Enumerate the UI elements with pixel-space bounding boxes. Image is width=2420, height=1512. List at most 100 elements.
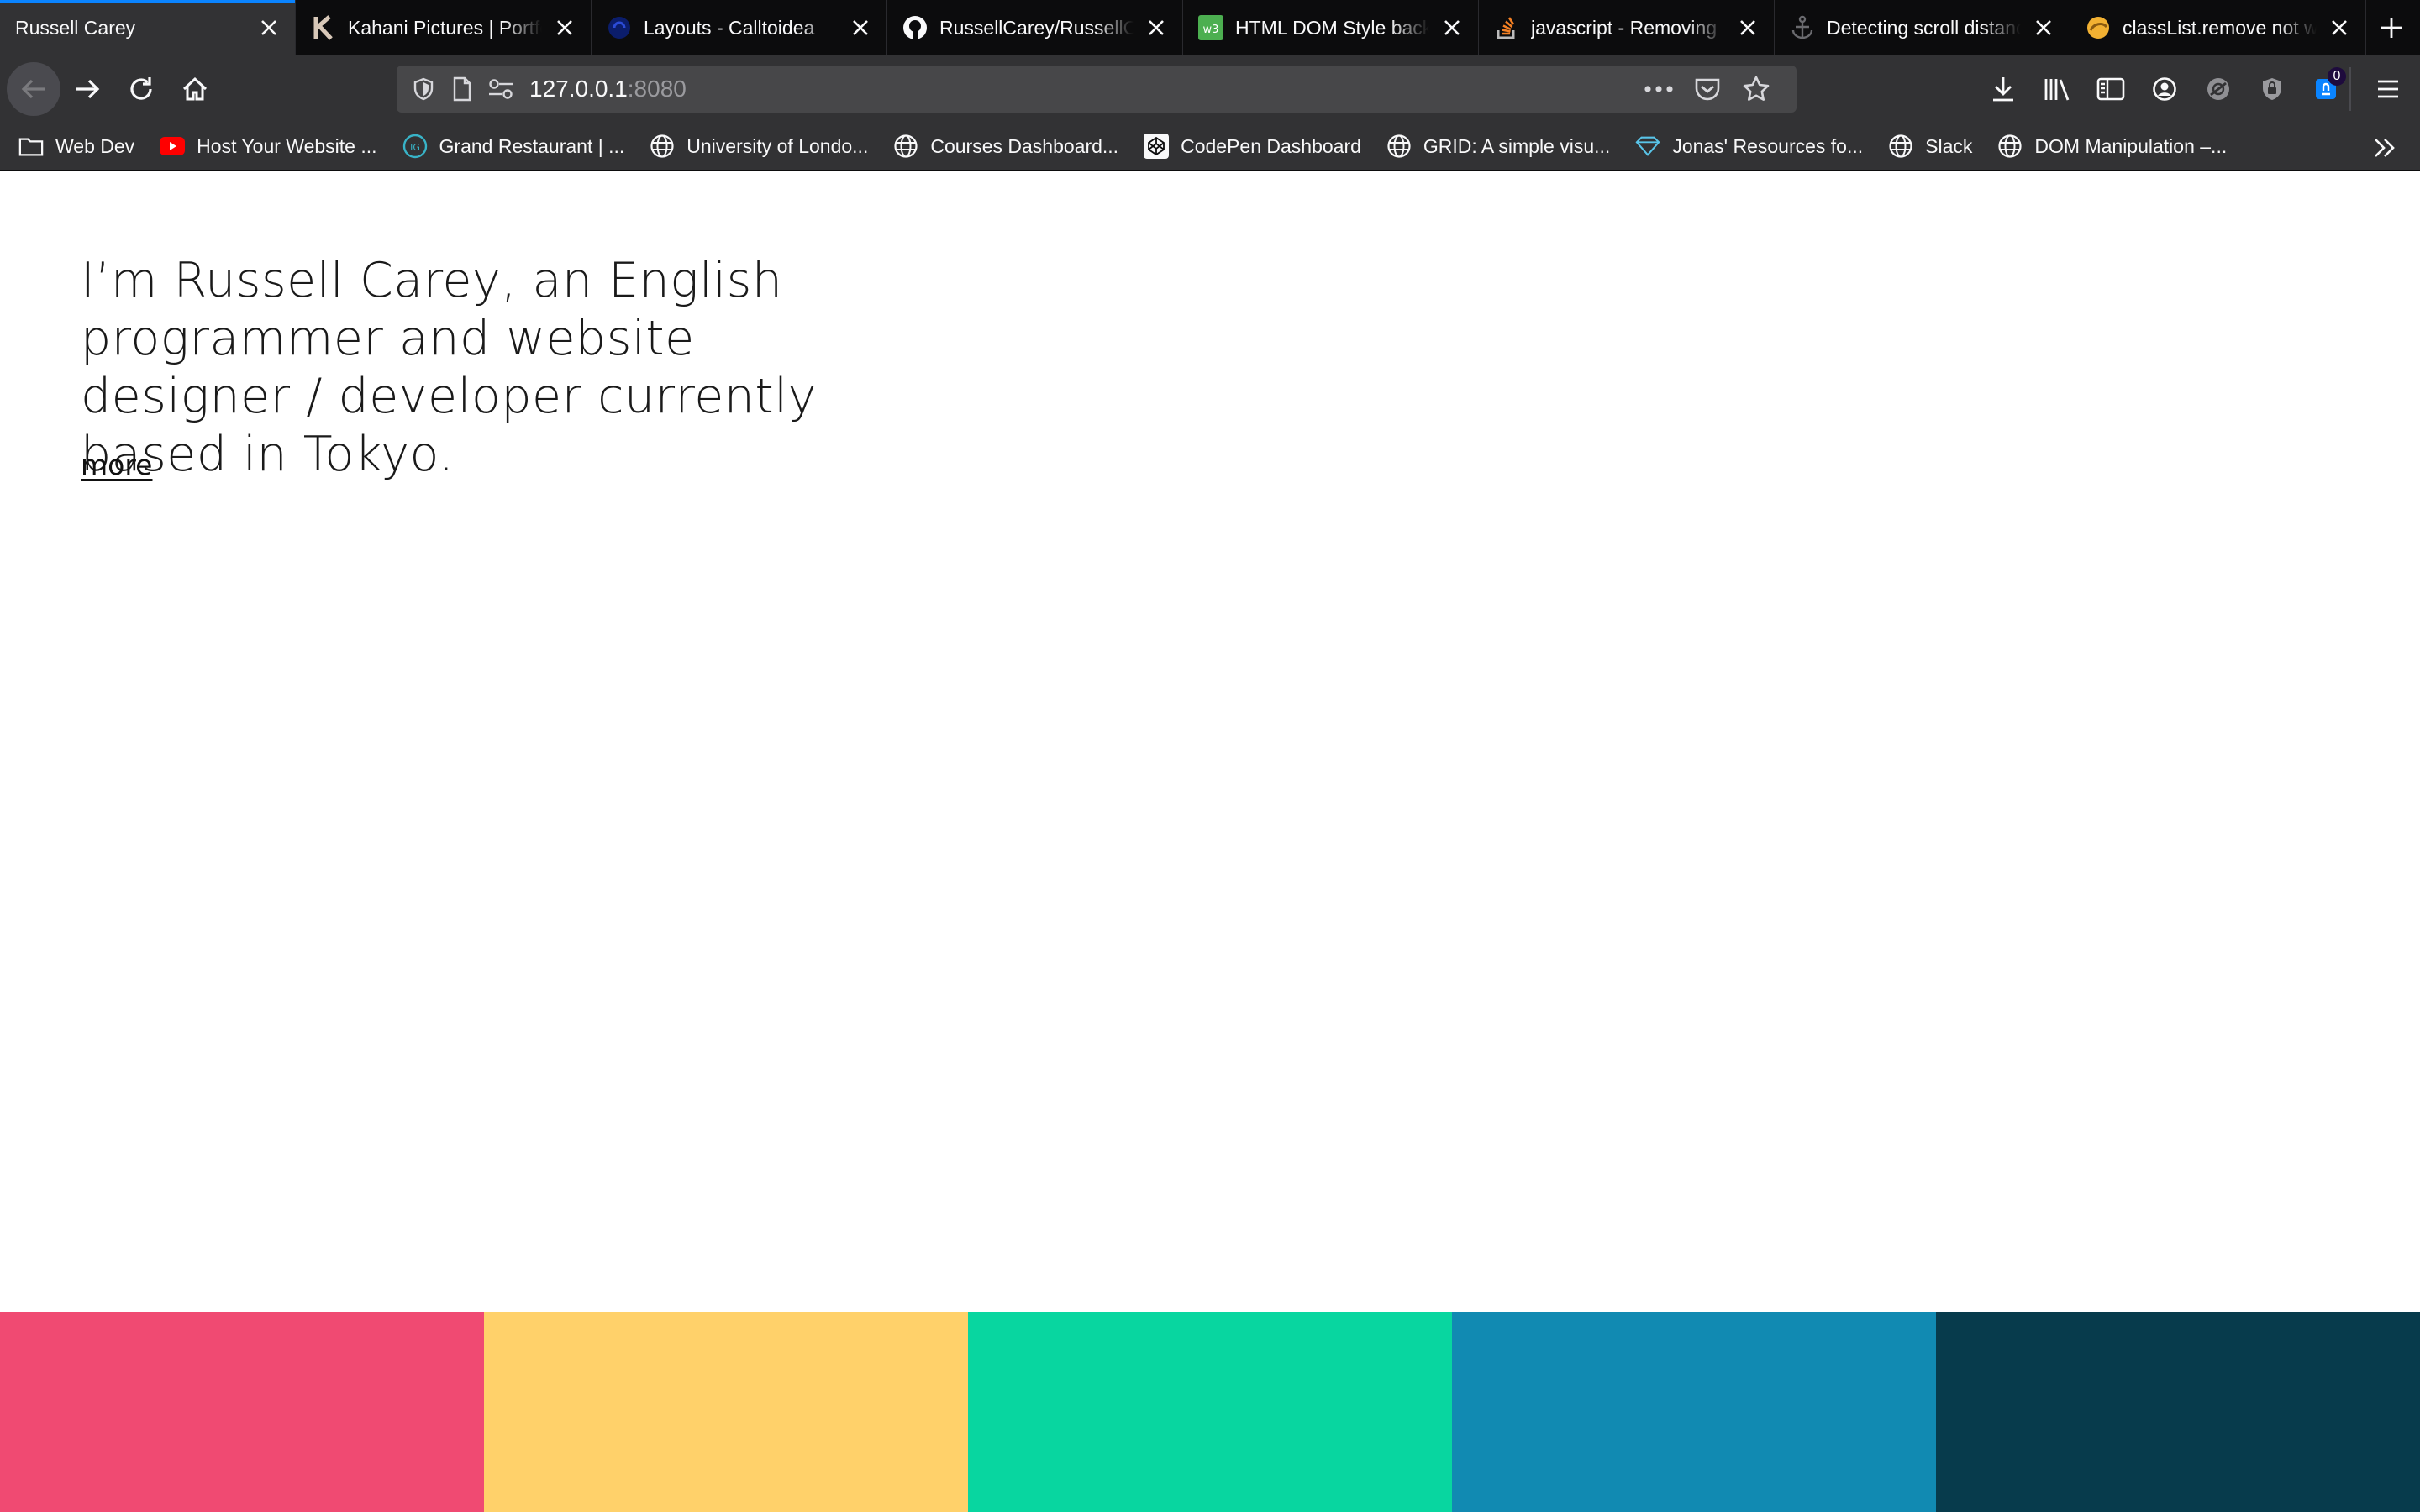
bookmark-university-of-london[interactable]: University of Londo... (650, 134, 868, 159)
privacy-shield-icon[interactable] (2245, 62, 2299, 116)
bookmark-courses-dashboard[interactable]: Courses Dashboard... (893, 134, 1118, 159)
bookmark-label: Slack (1925, 134, 1973, 157)
bookmark-label: Grand Restaurant | ... (439, 134, 625, 157)
bookmark-grid-simple-visual[interactable]: GRID: A simple visu... (1386, 134, 1610, 159)
bookmark-jonas-resources[interactable]: Jonas' Resources fo... (1635, 134, 1863, 159)
extension-notification-icon[interactable]: 0 (2299, 62, 2353, 116)
tab-title: Kahani Pictures | Portfolio (348, 16, 542, 39)
page-actions-ellipsis-icon[interactable] (1639, 74, 1679, 104)
anchor-icon (1790, 15, 1815, 40)
forward-button[interactable] (60, 62, 114, 116)
bookmarks-overflow-chevron-icon[interactable] (2368, 131, 2402, 165)
account-icon[interactable] (2138, 62, 2191, 116)
w3schools-icon: w3 (1198, 15, 1223, 40)
tab-title: classList.remove not working (2123, 16, 2317, 39)
address-bar[interactable]: 127.0.0.1:8080 (397, 66, 1797, 113)
bookmark-host-your-website[interactable]: Host Your Website ... (160, 134, 377, 159)
home-button[interactable] (168, 62, 222, 116)
bookmark-label: DOM Manipulation –... (2034, 134, 2228, 157)
tab-russell-carey[interactable]: Russell Carey (0, 0, 296, 55)
globe-icon (650, 134, 675, 159)
bookmark-label: Courses Dashboard... (930, 134, 1119, 157)
url-host: 127.0.0.1 (529, 76, 628, 102)
color-swatch-green (968, 1312, 1452, 1512)
bookmark-web-dev-folder[interactable]: Web Dev (18, 134, 134, 159)
tab-stackoverflow[interactable]: javascript - Removing (1479, 0, 1775, 55)
globe-icon (1888, 134, 1913, 159)
intro-text: I’m Russell Carey, an English programmer… (81, 253, 817, 482)
back-button[interactable] (7, 62, 60, 116)
tab-title: RussellCarey/RussellCarey (939, 16, 1134, 39)
color-palette-bar (0, 1312, 2420, 1512)
calltoidea-icon (607, 15, 632, 40)
permissions-icon[interactable] (486, 74, 516, 104)
color-swatch-yellow (484, 1312, 968, 1512)
tracking-protection-shield-icon[interactable] (408, 74, 439, 104)
close-tab-icon[interactable] (1438, 13, 1466, 42)
pocket-icon[interactable] (1687, 74, 1728, 104)
grand-restaurant-icon: IG (402, 134, 428, 159)
page-content: I’m Russell Carey, an English programmer… (0, 171, 2420, 1512)
tab-calltoidea[interactable]: Layouts - Calltoidea (592, 0, 887, 55)
color-swatch-blue (1452, 1312, 1936, 1512)
close-tab-icon[interactable] (550, 13, 579, 42)
close-tab-icon[interactable] (1733, 13, 1762, 42)
kahani-k-icon (311, 15, 336, 40)
sidebar-icon[interactable] (2084, 62, 2138, 116)
tab-title: Layouts - Calltoidea (644, 16, 815, 39)
tab-github[interactable]: RussellCarey/RussellCarey (887, 0, 1183, 55)
close-tab-icon[interactable] (2029, 13, 2058, 42)
page-info-icon[interactable] (447, 74, 477, 104)
tab-detecting-scroll[interactable]: Detecting scroll distance (1775, 0, 2070, 55)
youtube-icon (160, 134, 186, 159)
close-tab-icon[interactable] (846, 13, 875, 42)
bookmark-label: University of Londo... (687, 134, 869, 157)
bookmark-label: GRID: A simple visu... (1423, 134, 1611, 157)
downloads-icon[interactable] (1976, 62, 2030, 116)
bookmark-slack[interactable]: Slack (1888, 134, 1972, 159)
tab-w3schools[interactable]: w3 HTML DOM Style background (1183, 0, 1479, 55)
color-swatch-navy (1936, 1312, 2420, 1512)
bookmark-codepen-dashboard[interactable]: CodePen Dashboard (1144, 134, 1361, 159)
svg-text:w3: w3 (1203, 24, 1219, 36)
tab-title: Russell Carey (15, 16, 136, 39)
tab-kahani-pictures[interactable]: Kahani Pictures | Portfolio (296, 0, 592, 55)
diamond-icon (1635, 134, 1660, 159)
bookmarks-toolbar: Web Dev Host Your Website ... IG Grand R… (0, 123, 2420, 171)
bookmark-label: CodePen Dashboard (1181, 134, 1361, 157)
codepen-icon (1144, 134, 1170, 159)
navigation-toolbar: 127.0.0.1:8080 0 (0, 55, 2420, 123)
bookmark-star-icon[interactable] (1736, 74, 1776, 104)
globe-icon (893, 134, 918, 159)
toolbar-separator (2349, 67, 2351, 111)
tab-title: Detecting scroll distance (1827, 16, 2021, 39)
tab-strip: Russell Carey Kahani Pictures | Portfoli… (0, 0, 2420, 55)
tab-classlist-remove[interactable]: classList.remove not working (2070, 0, 2366, 55)
tab-title: javascript - Removing (1531, 16, 1718, 39)
bookmark-label: Host Your Website ... (197, 134, 377, 157)
bookmark-dom-manipulation[interactable]: DOM Manipulation –... (1997, 134, 2227, 159)
url-port: :8080 (627, 76, 687, 102)
bookmark-label: Web Dev (55, 134, 135, 157)
close-tab-icon[interactable] (255, 13, 283, 42)
stackoverflow-icon (1494, 15, 1519, 40)
github-icon (902, 15, 928, 40)
bookmark-label: Jonas' Resources fo... (1672, 134, 1864, 157)
extension-blocked-icon[interactable] (2191, 62, 2245, 116)
svg-text:IG: IG (410, 142, 420, 153)
new-tab-button[interactable] (2371, 0, 2412, 55)
folder-icon (18, 134, 44, 159)
toolbar-right: 0 (1976, 62, 2353, 116)
bookmark-grand-restaurant[interactable]: IG Grand Restaurant | ... (402, 134, 625, 159)
reload-button[interactable] (114, 62, 168, 116)
notification-badge: 0 (2328, 67, 2346, 86)
tab-title: HTML DOM Style background (1235, 16, 1429, 39)
more-link[interactable]: more (81, 449, 152, 481)
color-swatch-pink (0, 1312, 484, 1512)
hamburger-menu-icon[interactable] (2361, 62, 2415, 116)
close-tab-icon[interactable] (2325, 13, 2354, 42)
globe-icon (1386, 134, 1412, 159)
close-tab-icon[interactable] (1142, 13, 1171, 42)
yellow-site-icon (2086, 15, 2111, 40)
library-icon[interactable] (2030, 62, 2084, 116)
